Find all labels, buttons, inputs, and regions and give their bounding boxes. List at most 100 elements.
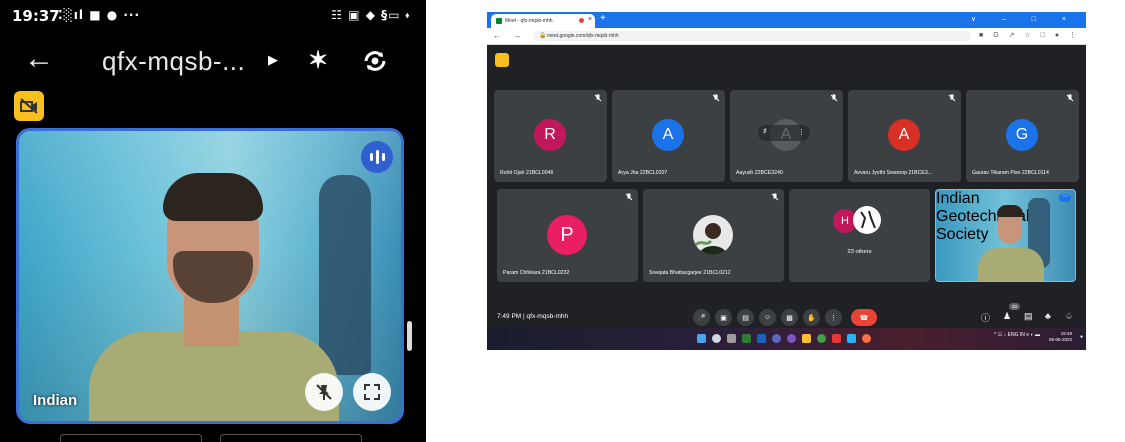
app-icon[interactable] <box>847 334 856 343</box>
avatar: R <box>534 119 566 151</box>
participant-video-tile[interactable]: Indian <box>16 128 404 424</box>
task-view-icon[interactable] <box>727 334 736 343</box>
tab-meet[interactable]: Meet - qfx-mqsb-mhh × <box>491 14 595 28</box>
participant-name: Avvaru Jyothi Swaroop 21BCE3... <box>854 170 933 176</box>
leave-call-button[interactable]: ☎ <box>851 309 877 326</box>
info-icon[interactable]: ⓘ <box>981 311 990 324</box>
emoji-icon[interactable]: ☺ <box>759 309 776 326</box>
camera-off-icon[interactable] <box>14 91 44 121</box>
phone-meeting-header: ← qfx-mqsb-... ▶ ✶ <box>0 38 426 84</box>
meet-favicon-icon <box>496 18 502 24</box>
fullscreen-icon[interactable] <box>353 373 391 411</box>
windows-taskbar: ^ ☷ ↓ ENG IN ≡ ◐ ▬ 19:49 05-06-2023 ● <box>487 328 1086 350</box>
mic-muted-icon <box>1066 94 1074 102</box>
phone-screenshot: 19:37 ⁚░ıl ■ ● ··· ☷ ▣ ◆ §▭ ⬪ ← qfx-mqsb… <box>0 0 426 442</box>
notification-icon[interactable]: ● <box>1080 334 1083 340</box>
background-bottle <box>319 175 371 375</box>
tab-title: Meet - qfx-mqsb-mhh <box>505 18 553 24</box>
bottom-control-left[interactable] <box>60 434 202 442</box>
self-video-tile[interactable]: ⋯ Indian Geotechnical Society <box>935 189 1076 282</box>
chrome-icon[interactable] <box>862 334 871 343</box>
expand-arrow-icon[interactable]: ▶ <box>268 52 278 68</box>
window-controls[interactable]: ∨ – □ × <box>971 15 1078 23</box>
others-count-label: 23 others <box>847 249 872 255</box>
participant-tile[interactable]: R Rohit Ojah 21BCL0046 <box>494 90 607 182</box>
unpin-icon[interactable] <box>305 373 343 411</box>
recording-dot-icon <box>579 18 584 23</box>
participant-tile[interactable]: Sreejata Bhattacgarjee 21BCL0212 <box>643 189 784 282</box>
others-tile[interactable]: H 23 others <box>789 189 930 282</box>
present-icon[interactable]: ▩ <box>781 309 798 326</box>
participant-tile[interactable]: A ♯ ⋮ Aayush 22BCE3240 <box>730 90 843 182</box>
mic-muted-icon <box>830 94 838 102</box>
status-time: 19:37 <box>12 7 60 25</box>
excel-icon[interactable] <box>742 334 751 343</box>
participant-name: Gaurav Tikaram Piso 22BCL0114 <box>972 170 1049 176</box>
camera-icon[interactable]: ▣ <box>715 309 732 326</box>
person-hair <box>997 205 1023 217</box>
new-tab-button[interactable]: + <box>600 13 606 24</box>
activities-icon[interactable]: ♣ <box>1045 311 1051 321</box>
avatar: A <box>652 119 684 151</box>
captions-icon[interactable]: ▤ <box>737 309 754 326</box>
back-arrow-icon[interactable]: ← <box>24 44 54 74</box>
meeting-info: 7:49 PM | qfx-mqsb-mhh <box>497 313 568 320</box>
meeting-code: qfx-mqsb-mhh <box>526 313 569 320</box>
edge-icon[interactable] <box>772 334 781 343</box>
address-bar[interactable]: 🔒 meet.google.com/qfx-mqsb-mhh <box>533 31 971 41</box>
tile-hover-controls[interactable]: ♯ ⋮ <box>758 125 810 141</box>
person-hair <box>163 173 263 221</box>
scroll-indicator[interactable] <box>407 321 412 351</box>
switch-camera-icon[interactable] <box>360 46 390 76</box>
app-icon[interactable] <box>832 334 841 343</box>
meet-stage: R Rohit Ojah 21BCL0046 A Arya Jha 22BCL0… <box>487 45 1086 328</box>
system-tray[interactable]: ^ ☷ ↓ ENG IN ≡ ◐ ▬ <box>994 332 1040 338</box>
meeting-time: 7:49 PM <box>497 313 522 320</box>
mic-muted-icon <box>712 94 720 102</box>
mic-muted-icon <box>948 94 956 102</box>
url-text: meet.google.com/qfx-mqsb-mhh <box>547 33 619 39</box>
camera-off-icon[interactable] <box>495 53 509 67</box>
meeting-info-separator: | <box>523 313 525 320</box>
lock-icon: 🔒 <box>539 33 547 39</box>
participant-name: Arya Jha 22BCL0107 <box>618 170 668 176</box>
browser-tab-bar: Meet - qfx-mqsb-mhh × + ∨ – □ × <box>487 12 1086 28</box>
desktop-screenshot: Meet - qfx-mqsb-mhh × + ∨ – □ × ← → C 🔒 … <box>487 12 1086 350</box>
file-explorer-icon[interactable] <box>802 334 811 343</box>
taskbar-clock[interactable]: 19:49 05-06-2023 <box>1049 331 1072 343</box>
participant-tile[interactable]: A Arya Jha 22BCL0107 <box>612 90 725 182</box>
browser-extension-icons[interactable]: ■ G ↗ ☆ □ ● ⋮ <box>979 31 1080 39</box>
more-options-icon[interactable]: ⋯ <box>1059 194 1071 202</box>
participant-name: Rohit Ojah 21BCL0046 <box>500 170 554 176</box>
start-icon[interactable] <box>697 334 706 343</box>
chat-icon[interactable]: ▤ <box>1024 311 1033 322</box>
participant-name: Sreejata Bhattacgarjee 21BCL0212 <box>649 270 731 276</box>
pin-icon[interactable]: ♯ <box>763 128 767 135</box>
mic-muted-icon <box>771 193 779 201</box>
person-shirt <box>978 248 1044 281</box>
host-controls-icon[interactable]: ♤ <box>1065 311 1073 322</box>
clock-time: 19:49 <box>1060 331 1072 336</box>
phone-bottom-controls <box>60 434 362 442</box>
more-options-icon[interactable]: ⋮ <box>825 309 842 326</box>
clock-date: 05-06-2023 <box>1048 337 1072 342</box>
app-icon[interactable] <box>787 334 796 343</box>
chrome-icon[interactable] <box>817 334 826 343</box>
raise-hand-icon[interactable]: ✋ <box>803 309 820 326</box>
participant-tile[interactable]: P Param Chhikara 21BCL0232 <box>497 189 638 282</box>
word-icon[interactable] <box>757 334 766 343</box>
others-avatar-stack: H <box>833 206 893 236</box>
mic-muted-icon <box>594 94 602 102</box>
avatar: P <box>547 215 587 255</box>
microphone-icon[interactable]: 🎤 <box>693 309 710 326</box>
participant-tile[interactable]: A Avvaru Jyothi Swaroop 21BCE3... <box>848 90 961 182</box>
participant-name: Indian <box>33 392 78 409</box>
more-options-icon[interactable]: ⋮ <box>798 128 805 136</box>
audio-level-icon <box>361 141 393 173</box>
bottom-control-right[interactable] <box>220 434 362 442</box>
search-icon[interactable] <box>712 334 721 343</box>
bluetooth-icon[interactable]: ✶ <box>308 46 328 75</box>
participant-tile[interactable]: G Gaurav Tikaram Piso 22BCL0114 <box>966 90 1079 182</box>
people-icon[interactable]: ♟ <box>1003 311 1011 322</box>
close-tab-icon[interactable]: × <box>588 16 592 23</box>
